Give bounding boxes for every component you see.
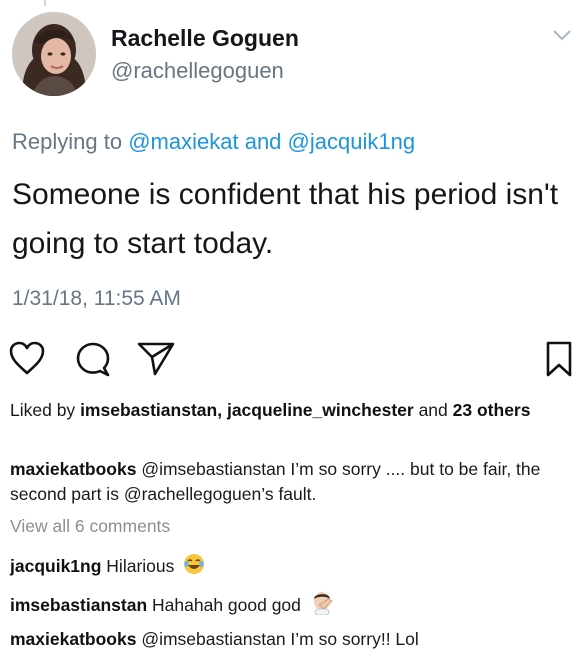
- comment-row: maxiekatbooks @imsebastianstan I’m so so…: [10, 627, 578, 652]
- comment-text: Hilarious: [106, 556, 175, 577]
- comment-user[interactable]: maxiekatbooks: [10, 629, 136, 649]
- view-all-comments-link[interactable]: View all 6 comments: [10, 516, 170, 537]
- caption-text: ’s fault.: [261, 484, 317, 504]
- bookmark-icon[interactable]: [545, 340, 573, 383]
- chevron-down-icon[interactable]: [552, 28, 572, 46]
- caption: maxiekatbooks @imsebastianstan I’m so so…: [10, 457, 578, 507]
- liked-prefix: Liked by: [10, 400, 76, 420]
- tweet-text: Someone is confident that his period isn…: [12, 178, 559, 260]
- display-name[interactable]: Rachelle Goguen: [111, 25, 299, 52]
- comment-row: jacquik1ng Hilarious: [10, 553, 578, 582]
- mention-link[interactable]: @maxiekat: [128, 129, 238, 154]
- comment-user[interactable]: maxiekatbooks: [10, 459, 136, 479]
- comment-text: Hahahah good god: [152, 595, 301, 616]
- liked-user[interactable]: imsebastianstan: [80, 400, 217, 420]
- share-icon[interactable]: [136, 340, 176, 383]
- replying-to: Replying to @maxiekat and @jacquik1ng: [12, 129, 415, 155]
- heart-icon[interactable]: [8, 340, 46, 381]
- liked-sep: ,: [217, 400, 223, 420]
- comment-user[interactable]: imsebastianstan: [10, 595, 147, 615]
- replying-and: and: [244, 129, 282, 154]
- liked-and: and: [418, 400, 448, 420]
- avatar[interactable]: [12, 12, 96, 96]
- liked-user[interactable]: jacqueline_winchester: [227, 400, 414, 420]
- comment-text: @imsebastianstan I’m so sorry!! Lol: [141, 629, 419, 649]
- comment-icon[interactable]: [74, 340, 112, 383]
- tweet-card: Rachelle Goguen @rachellegoguen Replying…: [0, 0, 585, 330]
- laughing-tears-emoji: [183, 553, 205, 582]
- mention-link[interactable]: @jacquik1ng: [288, 129, 416, 154]
- user-handle[interactable]: @rachellegoguen: [111, 58, 284, 84]
- liked-others[interactable]: 23 others: [453, 400, 531, 420]
- mention-link[interactable]: @rachellegoguen: [124, 484, 261, 504]
- timestamp: 1/31/18, 11:55 AM: [12, 287, 181, 310]
- comment-user[interactable]: jacquik1ng: [10, 556, 101, 576]
- liked-by: Liked by imsebastianstan, jacqueline_win…: [10, 398, 575, 423]
- replying-prefix: Replying to: [12, 129, 123, 154]
- mention-link[interactable]: @imsebastianstan: [141, 459, 285, 479]
- comment-row: imsebastianstan Hahahah good god: [10, 591, 578, 622]
- facepalm-emoji: [310, 591, 336, 622]
- action-bar: [0, 336, 585, 380]
